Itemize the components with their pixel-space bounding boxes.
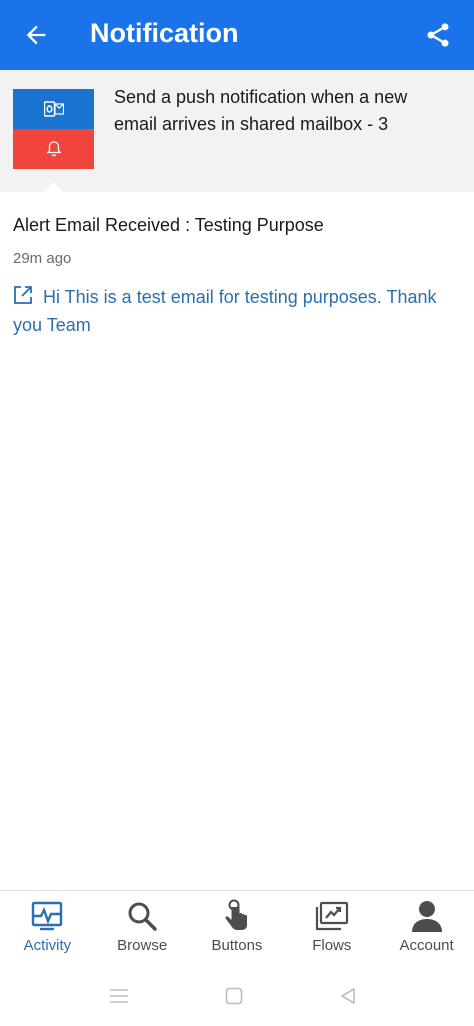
tap-icon [225,899,247,930]
nav-label-buttons: Buttons [211,937,263,954]
nav-browse[interactable]: Browse [95,891,190,967]
page-title: Notification [90,18,239,48]
arrow-left-icon [26,25,46,45]
flow-icon [13,89,94,169]
notification-link[interactable]: Hi This is a test email for testing purp… [13,284,453,338]
nav-label-account: Account [399,937,454,954]
notification-time: 29m ago [13,250,72,267]
share-button[interactable] [420,17,456,53]
nav-account[interactable]: Account [379,891,474,967]
nav-buttons[interactable]: Buttons [190,891,285,967]
nav-label-flows: Flows [312,937,352,954]
external-link-icon [13,285,33,312]
outlook-icon [13,89,94,129]
system-nav-bar [0,966,474,1026]
flow-header: Send a push notification when a new emai… [0,70,474,192]
nav-flows[interactable]: Flows [284,891,379,967]
share-icon [427,23,449,47]
system-home-button[interactable] [221,984,247,1008]
bottom-nav: Activity Browse Buttons Flows Account [0,890,474,967]
back-button[interactable] [18,17,54,53]
menu-icon [110,989,128,1003]
system-back-button[interactable] [335,984,361,1008]
bell-icon [13,129,94,169]
nav-label-activity: Activity [23,937,72,954]
flows-icon [315,901,348,931]
search-icon [128,902,157,931]
notification-title: Alert Email Received : Testing Purpose [13,215,324,235]
flow-name: Send a push notification when a new emai… [114,87,408,134]
nav-activity[interactable]: Activity [0,891,95,967]
notification-link-text: Hi This is a test email for testing purp… [13,287,437,335]
pointer-caret [43,182,63,192]
nav-label-browse: Browse [117,937,168,954]
activity-icon [32,901,63,931]
home-icon [225,987,243,1005]
back-icon [341,988,355,1004]
system-menu-button[interactable] [106,984,132,1008]
app-bar: Notification [0,0,474,70]
account-icon [411,901,442,932]
